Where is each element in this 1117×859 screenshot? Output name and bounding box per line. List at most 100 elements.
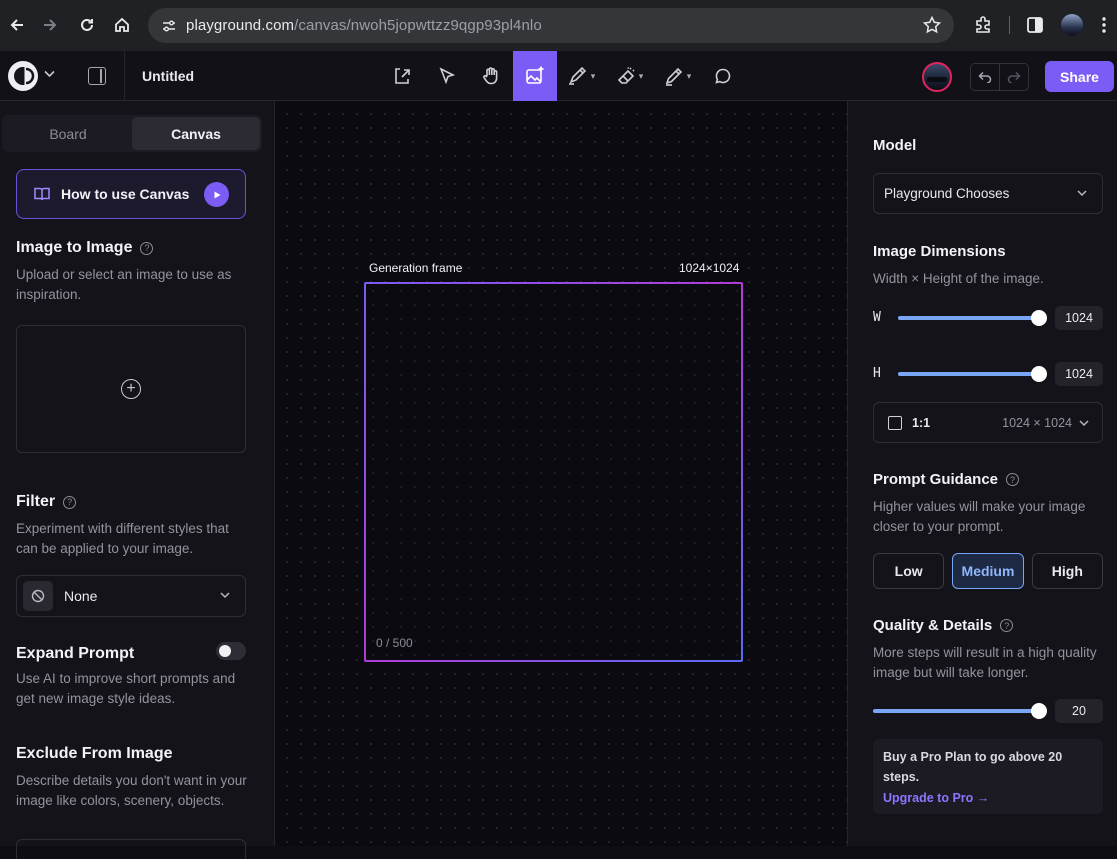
exclude-heading: Exclude From Image (16, 745, 173, 762)
image-to-image-title: Image to Image ? (16, 239, 154, 257)
height-slider-fill (898, 372, 1039, 376)
model-value: Playground Chooses (884, 186, 1010, 201)
exclude-title: Exclude From Image (16, 745, 173, 763)
share-button[interactable]: Share (1045, 61, 1114, 92)
edit-tool-icon[interactable]: ▾ (659, 51, 695, 101)
pro-upsell-text: Buy a Pro Plan to go above 20 steps. (883, 750, 1063, 784)
width-slider-fill (898, 316, 1039, 320)
image-to-image-heading: Image to Image (16, 239, 133, 256)
generation-frame-inner: 0 / 500 (366, 284, 741, 660)
height-value[interactable]: 1024 (1055, 362, 1103, 386)
tab-canvas[interactable]: Canvas (132, 117, 260, 150)
width-slider[interactable] (898, 310, 1047, 326)
exclude-input[interactable] (16, 839, 246, 859)
aspect-ratio-dims: 1024 × 1024 (1002, 416, 1072, 430)
quality-slider[interactable] (873, 703, 1047, 719)
height-slider-row: H 1024 (873, 362, 1103, 386)
image-dimensions-desc: Width × Height of the image. (873, 271, 1044, 286)
user-avatar[interactable] (922, 62, 952, 92)
extensions-icon[interactable] (971, 13, 995, 37)
undo-redo-group (970, 63, 1029, 91)
erase-tool-icon[interactable]: ▾ (611, 51, 647, 101)
expand-prompt-toggle[interactable] (216, 642, 246, 660)
image-upload-dropzone[interactable]: + (16, 325, 246, 453)
prompt-guidance-heading: Prompt Guidance (873, 471, 999, 488)
browser-chrome: playground.com/canvas/nwoh5jopwttzz9qgp9… (0, 0, 1117, 51)
expand-prompt-desc: Use AI to improve short prompts and get … (16, 671, 236, 706)
quality-value[interactable]: 20 (1055, 699, 1103, 723)
help-icon[interactable]: ? (1006, 473, 1020, 486)
tab-board[interactable]: Board (4, 117, 132, 150)
filter-value: None (64, 588, 98, 604)
side-panel-icon[interactable] (1023, 13, 1047, 37)
home-icon[interactable] (108, 11, 136, 39)
right-sidebar: Model Playground Chooses Image Dimension… (847, 101, 1117, 846)
toggle-panel-icon[interactable] (88, 67, 106, 85)
model-title: Model (873, 137, 916, 154)
upgrade-to-pro-link[interactable]: Upgrade to Pro → (883, 791, 1093, 805)
help-icon[interactable]: ? (63, 495, 77, 509)
play-icon (204, 182, 229, 207)
chevron-down-icon (1077, 190, 1087, 197)
model-select[interactable]: Playground Chooses (873, 173, 1103, 214)
document-title[interactable]: Untitled (142, 68, 194, 84)
undo-icon[interactable] (971, 64, 999, 90)
forward-icon[interactable] (36, 11, 64, 39)
url-text: playground.com/canvas/nwoh5jopwttzz9qgp9… (186, 17, 542, 34)
help-icon[interactable]: ? (1000, 619, 1014, 632)
expand-prompt-heading: Expand Prompt (16, 645, 135, 662)
prompt-guidance-options: Low Medium High (873, 553, 1103, 589)
generation-frame[interactable]: 0 / 500 (364, 282, 743, 662)
site-settings-icon[interactable] (158, 15, 180, 37)
profile-avatar-icon[interactable] (1060, 13, 1084, 37)
bookmark-star-icon[interactable] (922, 15, 942, 35)
toolbar-divider (1009, 16, 1010, 34)
draw-tool-icon[interactable]: ▾ (563, 51, 599, 101)
quality-slider-thumb[interactable] (1031, 703, 1047, 719)
width-slider-row: W 1024 (873, 306, 1103, 330)
guidance-low-button[interactable]: Low (873, 553, 945, 589)
aspect-ratio-value: 1:1 (912, 415, 931, 430)
expand-prompt-title: Expand Prompt (16, 645, 134, 663)
quality-slider-fill (873, 709, 1039, 713)
board-canvas-switch: Board Canvas (2, 115, 262, 152)
hand-tool-icon[interactable] (478, 51, 504, 101)
pro-upsell-box: Buy a Pro Plan to go above 20 steps. Upg… (873, 739, 1103, 814)
reload-icon[interactable] (73, 11, 101, 39)
image-dimensions-title: Image Dimensions (873, 243, 1006, 260)
height-label: H (873, 366, 881, 381)
quality-title: Quality & Details ? (873, 617, 1014, 634)
import-tool-icon[interactable] (388, 51, 416, 101)
help-icon[interactable]: ? (140, 241, 154, 255)
add-image-icon: + (121, 379, 141, 399)
how-to-use-canvas-button[interactable]: How to use Canvas (16, 169, 246, 219)
width-slider-thumb[interactable] (1031, 310, 1047, 326)
prompt-guidance-desc: Higher values will make your image close… (873, 499, 1086, 534)
canvas-area[interactable]: Generation frame 1024×1024 0 / 500 (276, 101, 847, 846)
browser-menu-icon[interactable] (1092, 13, 1116, 37)
height-slider-thumb[interactable] (1031, 366, 1047, 382)
book-icon (34, 187, 50, 201)
filter-heading: Filter (16, 493, 56, 510)
playground-logo-icon[interactable] (8, 61, 38, 91)
guidance-medium-button[interactable]: Medium (952, 553, 1024, 589)
filter-desc: Experiment with different styles that ca… (16, 521, 229, 556)
redo-icon[interactable] (999, 64, 1028, 90)
width-value[interactable]: 1024 (1055, 306, 1103, 330)
prompt-char-counter: 0 / 500 (376, 636, 413, 650)
comment-tool-icon[interactable] (710, 51, 736, 101)
generation-frame-size: 1024×1024 (679, 261, 740, 275)
height-slider[interactable] (898, 366, 1047, 382)
filter-title: Filter ? (16, 493, 77, 511)
address-bar[interactable]: playground.com/canvas/nwoh5jopwttzz9qgp9… (148, 8, 954, 43)
generate-tool-icon[interactable] (513, 51, 557, 101)
back-icon[interactable] (3, 11, 31, 39)
guidance-high-button[interactable]: High (1031, 553, 1103, 589)
chevron-down-icon[interactable] (44, 67, 55, 81)
filter-select[interactable]: None (16, 575, 246, 617)
quality-slider-row: 20 (873, 699, 1103, 723)
aspect-ratio-select[interactable]: 1:1 1024 × 1024 (873, 402, 1103, 443)
no-filter-icon (23, 581, 53, 611)
width-label: W (873, 310, 881, 325)
select-tool-icon[interactable] (434, 51, 460, 101)
